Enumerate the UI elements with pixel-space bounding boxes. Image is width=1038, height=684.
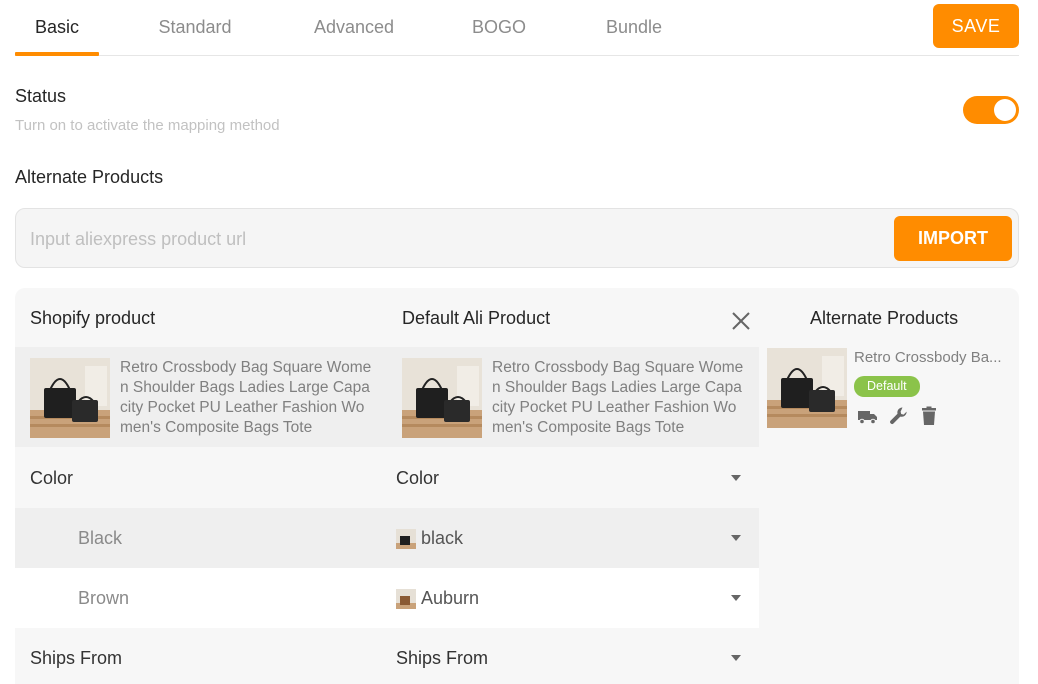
product-row: Retro Crossbody Bag Square Women Shoulde… bbox=[15, 347, 759, 447]
black-bag-thumb bbox=[396, 529, 416, 549]
ali-option-value: black bbox=[421, 528, 464, 548]
tab-advanced[interactable]: Advanced bbox=[307, 0, 401, 55]
wrench-icon[interactable] bbox=[888, 405, 910, 427]
alternate-products-header: Alternate Products bbox=[810, 308, 959, 328]
status-title: Status bbox=[15, 86, 67, 106]
ali-option-select-ships-from[interactable]: Ships From bbox=[396, 628, 751, 684]
mapping-panel: Shopify product Default Ali Product Retr… bbox=[15, 288, 1019, 684]
truck-icon[interactable] bbox=[857, 405, 879, 427]
ali-option-value: Auburn bbox=[421, 588, 480, 608]
tab-standard[interactable]: Standard bbox=[153, 0, 237, 55]
auburn-bag-thumb bbox=[396, 589, 416, 609]
default-badge: Default bbox=[854, 376, 920, 397]
ali-value-select-black[interactable]: black bbox=[396, 508, 751, 568]
ali-option-name: Color bbox=[396, 468, 440, 488]
status-toggle[interactable] bbox=[963, 96, 1019, 124]
shopify-option-name: Color bbox=[30, 468, 74, 488]
trash-icon[interactable] bbox=[918, 405, 940, 427]
ali-option-select-color[interactable]: Color bbox=[396, 448, 751, 508]
ali-product-image bbox=[402, 358, 482, 438]
product-url-box: IMPORT bbox=[15, 208, 1019, 268]
tab-basic[interactable]: Basic bbox=[15, 0, 99, 56]
mapping-method-tabs: Basic Standard Advanced BOGO Bundle bbox=[15, 0, 1019, 56]
shopify-option-name: Ships From bbox=[30, 648, 123, 668]
status-subtitle: Turn on to activate the mapping method bbox=[15, 117, 280, 134]
alternate-product-name[interactable]: Retro Crossbody Ba... bbox=[854, 349, 1004, 366]
product-url-input[interactable] bbox=[30, 223, 890, 255]
default-ali-product-header: Default Ali Product bbox=[402, 308, 551, 328]
alternate-products-title: Alternate Products bbox=[15, 167, 164, 187]
caret-down-icon bbox=[731, 595, 741, 601]
option-row-ships-from: Ships From Ships From bbox=[15, 628, 759, 684]
ali-option-name: Ships From bbox=[396, 648, 489, 668]
tab-bogo[interactable]: BOGO bbox=[467, 0, 531, 55]
option-row-black: Black black bbox=[15, 508, 759, 568]
option-row-brown: Brown Auburn bbox=[15, 568, 759, 628]
import-button[interactable]: IMPORT bbox=[894, 216, 1012, 261]
shopify-option-value: Brown bbox=[78, 588, 130, 608]
ali-product-name: Retro Crossbody Bag Square Women Shoulde… bbox=[492, 359, 744, 436]
shopify-product-image bbox=[30, 358, 110, 438]
ali-value-select-brown[interactable]: Auburn bbox=[396, 568, 751, 628]
shopify-product-name: Retro Crossbody Bag Square Women Shoulde… bbox=[120, 359, 372, 436]
caret-down-icon bbox=[731, 655, 741, 661]
shopify-option-value: Black bbox=[78, 528, 123, 548]
tab-bundle[interactable]: Bundle bbox=[600, 0, 668, 55]
shopify-product-header: Shopify product bbox=[30, 308, 156, 328]
alternate-product-image bbox=[767, 348, 847, 428]
option-row-color: Color Color bbox=[15, 448, 759, 508]
close-icon[interactable] bbox=[730, 310, 752, 332]
caret-down-icon bbox=[731, 475, 741, 481]
caret-down-icon bbox=[731, 535, 741, 541]
toggle-knob bbox=[994, 99, 1016, 121]
save-button[interactable]: SAVE bbox=[933, 4, 1019, 48]
